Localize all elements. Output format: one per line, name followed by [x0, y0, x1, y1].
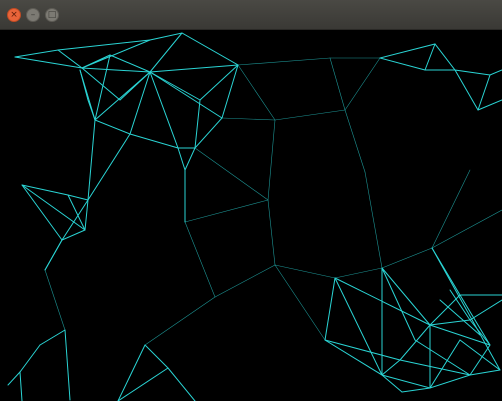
title-bar[interactable]: × – □ — [0, 0, 502, 30]
minimize-button[interactable]: – — [26, 8, 40, 22]
mesh-bridges-middle — [44, 169, 502, 346]
maximize-button[interactable]: □ — [45, 8, 59, 22]
mesh-bridges-upper — [184, 57, 381, 266]
mesh-cluster-left — [21, 119, 131, 271]
mesh-cluster-bottom-right — [324, 247, 502, 393]
close-button[interactable]: × — [7, 8, 21, 22]
mesh-cluster-top-right — [379, 43, 502, 111]
maximize-icon: □ — [47, 10, 57, 20]
mesh-graphic — [7, 32, 502, 401]
render-canvas[interactable] — [0, 30, 502, 401]
close-icon: × — [10, 10, 18, 20]
mesh-cluster-top-left — [14, 32, 239, 223]
minimize-icon: – — [30, 10, 36, 20]
app-window: × – □ — [0, 0, 502, 401]
mesh-cluster-bottom-left — [7, 329, 196, 401]
